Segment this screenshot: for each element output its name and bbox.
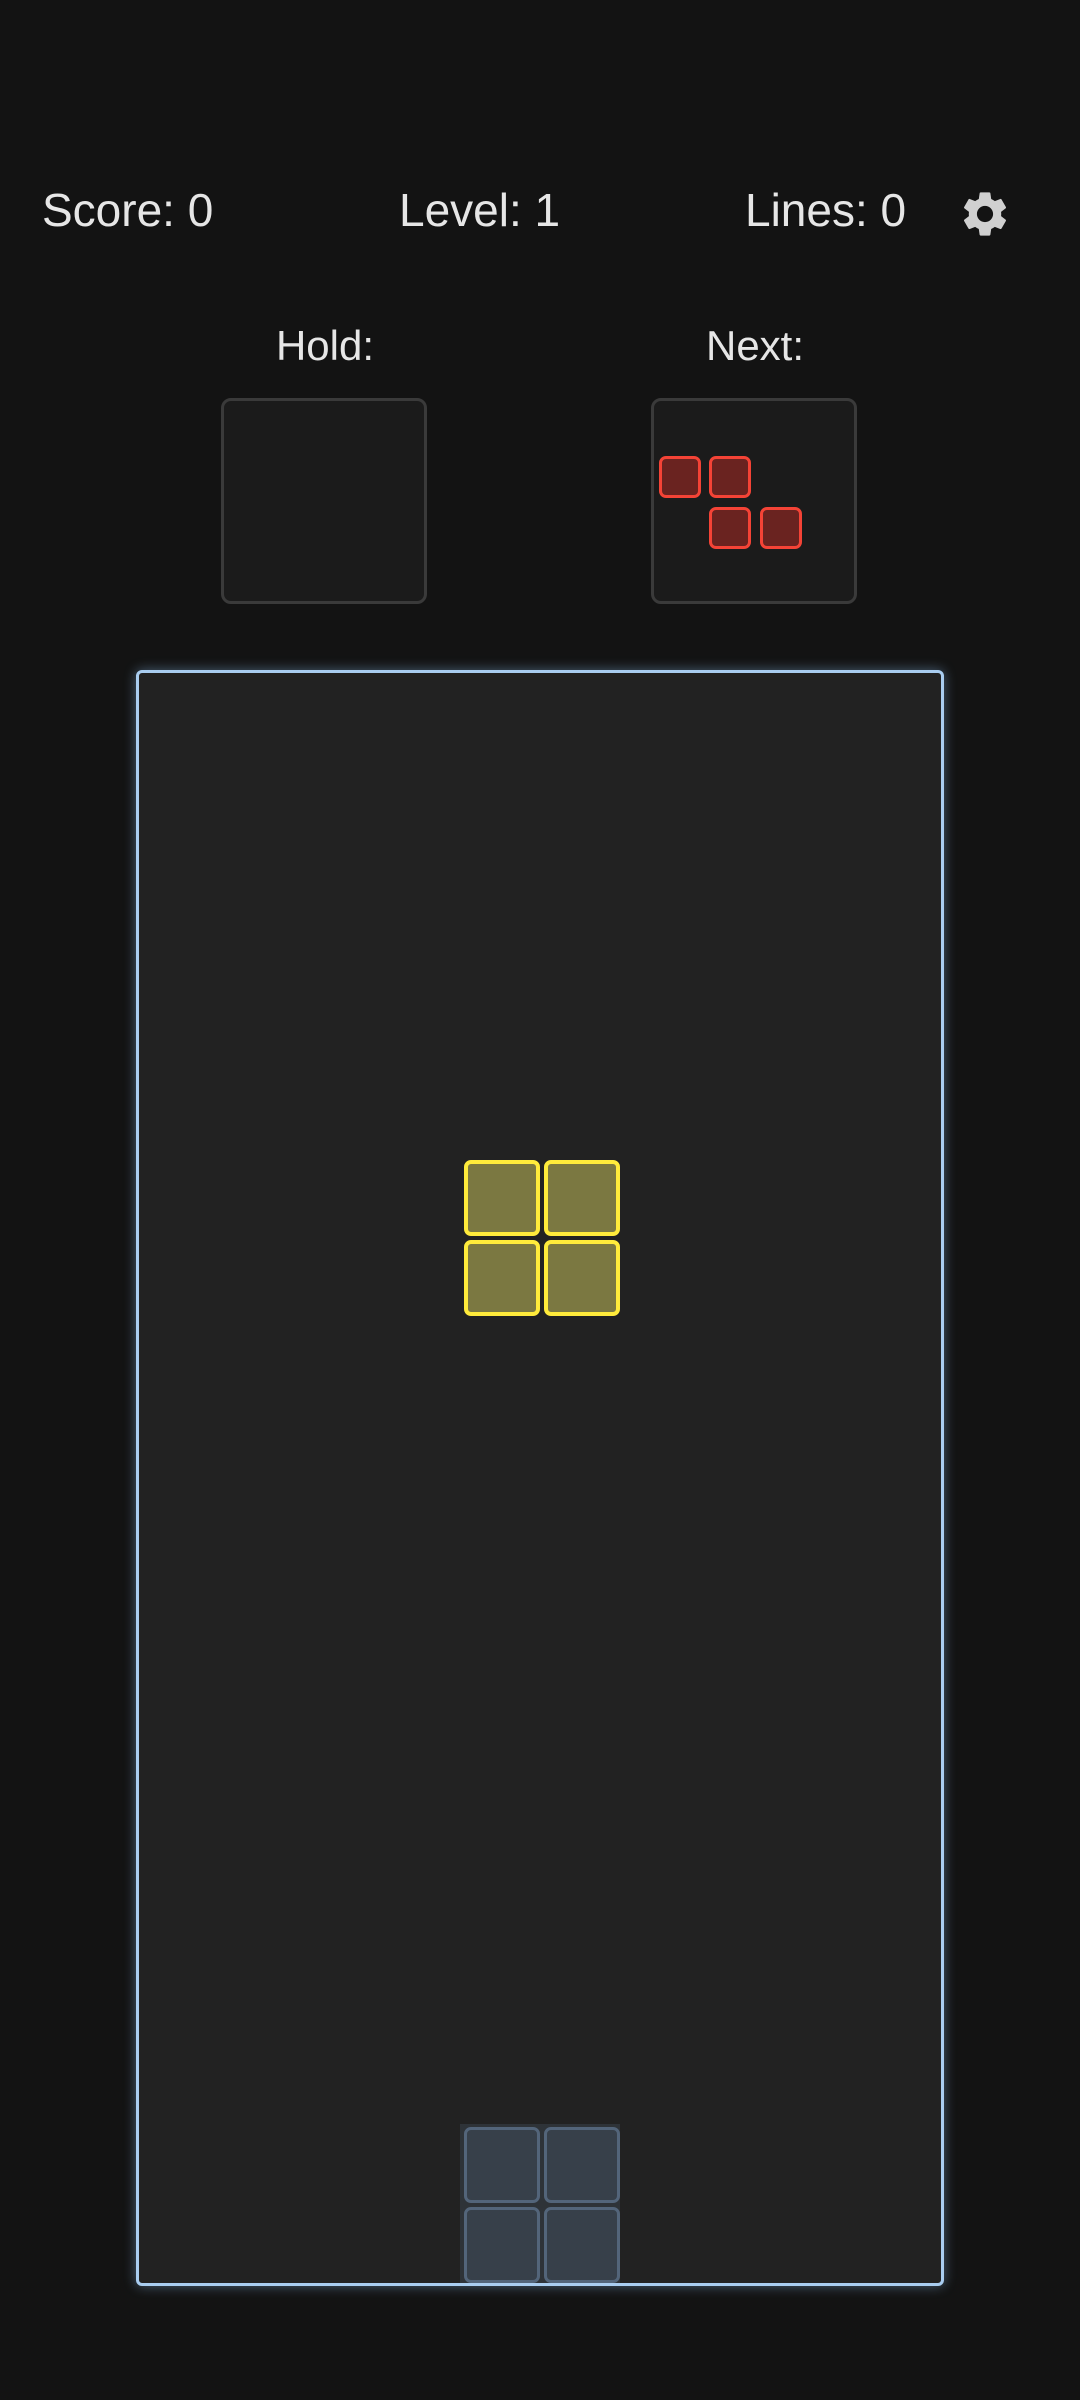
game-screen: Score: 0 Level: 1 Lines: 0 Hold: Next: — [0, 0, 1080, 2400]
active-piece-block — [464, 1240, 540, 1316]
game-board[interactable] — [136, 670, 944, 2286]
next-piece-block — [659, 456, 701, 498]
ghost-piece-block — [544, 2207, 620, 2283]
hold-label: Hold: — [275, 322, 375, 369]
level-display: Level: 1 — [399, 184, 561, 236]
next-piece-block — [709, 507, 751, 549]
ghost-piece-block — [464, 2127, 540, 2203]
score-display: Score: 0 — [42, 184, 214, 236]
active-piece-block — [464, 1160, 540, 1236]
ghost-piece-block — [544, 2127, 620, 2203]
gear-icon — [963, 192, 1007, 236]
active-piece-block — [544, 1160, 620, 1236]
settings-button[interactable] — [955, 184, 1015, 244]
active-piece-block — [544, 1240, 620, 1316]
next-preview-box — [651, 398, 857, 604]
hold-preview-box[interactable] — [221, 398, 427, 604]
lines-display: Lines: 0 — [745, 184, 907, 236]
next-piece-block — [760, 507, 802, 549]
next-piece-block — [709, 456, 751, 498]
ghost-piece-block — [464, 2207, 540, 2283]
next-label: Next: — [705, 322, 805, 369]
